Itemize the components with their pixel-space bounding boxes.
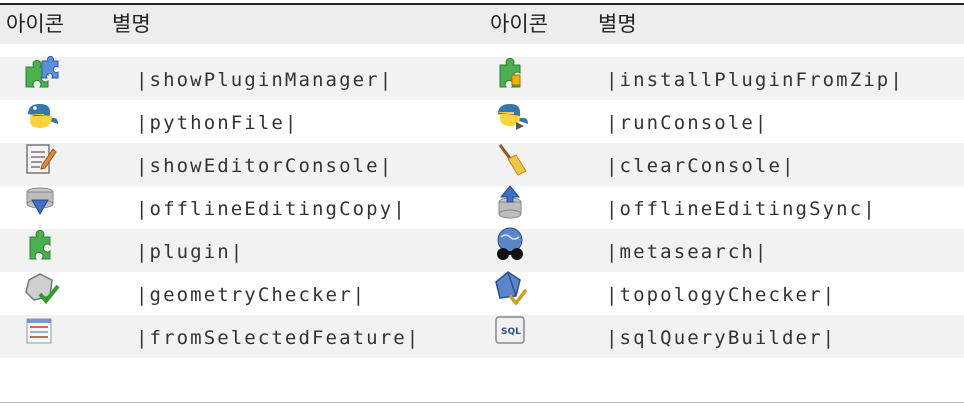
- offline-editing-copy-icon: [26, 187, 54, 216]
- table-row: |geometryChecker| |topologyChecker|: [0, 271, 964, 315]
- python-run-console-icon: [496, 104, 528, 130]
- header-icon-left: 아이콘: [6, 12, 64, 36]
- alias-text: |showPluginManager|: [136, 69, 394, 91]
- alias-text: |offlineEditingSync|: [606, 198, 877, 220]
- table-row: |pythonFile| |runConsole|: [0, 100, 964, 143]
- geometry-checker-icon: [25, 273, 60, 305]
- python-file-icon: [26, 104, 58, 128]
- header-alias-left: 별명: [112, 12, 151, 36]
- install-plugin-zip-icon: [499, 57, 521, 88]
- header-icon-right: 아이콘: [490, 12, 548, 36]
- alias-text: |pythonFile|: [136, 112, 299, 134]
- table-bottom-rule: [0, 402, 964, 403]
- alias-text: |installPluginFromZip|: [606, 69, 904, 91]
- table-row: |showEditorConsole| |clearConsole|: [0, 143, 964, 186]
- metasearch-icon: [497, 227, 523, 260]
- editor-console-icon: [26, 144, 57, 174]
- table-row: |offlineEditingCopy| |offlineEditingSync…: [0, 185, 964, 229]
- table-row: |showPluginManager| |installPluginFromZi…: [0, 55, 964, 100]
- sql-query-builder-icon: SQL: [495, 316, 525, 344]
- broom-clear-icon: [498, 144, 527, 176]
- table-row: |plugin| |metasearch|: [0, 227, 964, 272]
- alias-text: |showEditorConsole|: [136, 155, 394, 177]
- svg-text:SQL: SQL: [501, 327, 521, 337]
- alias-text: |fromSelectedFeature|: [136, 327, 421, 349]
- from-selected-feature-icon: [26, 318, 52, 344]
- alias-text: |geometryChecker|: [136, 284, 367, 306]
- alias-text: |clearConsole|: [606, 155, 796, 177]
- plugin-icon: [29, 229, 51, 260]
- alias-text: |topologyChecker|: [606, 284, 837, 306]
- alias-text: |plugin|: [136, 241, 245, 263]
- alias-text: |sqlQueryBuilder|: [606, 327, 837, 349]
- plugin-manager-icon: [25, 55, 59, 88]
- offline-editing-sync-icon: [498, 185, 522, 219]
- header-alias-right: 별명: [598, 12, 637, 36]
- topology-checker-icon: [495, 271, 528, 306]
- alias-text: |offlineEditingCopy|: [136, 198, 407, 220]
- alias-text: |runConsole|: [606, 112, 769, 134]
- table-row: |fromSelectedFeature| SQL |sqlQueryBuild…: [0, 315, 964, 358]
- alias-text: |metasearch|: [606, 241, 769, 263]
